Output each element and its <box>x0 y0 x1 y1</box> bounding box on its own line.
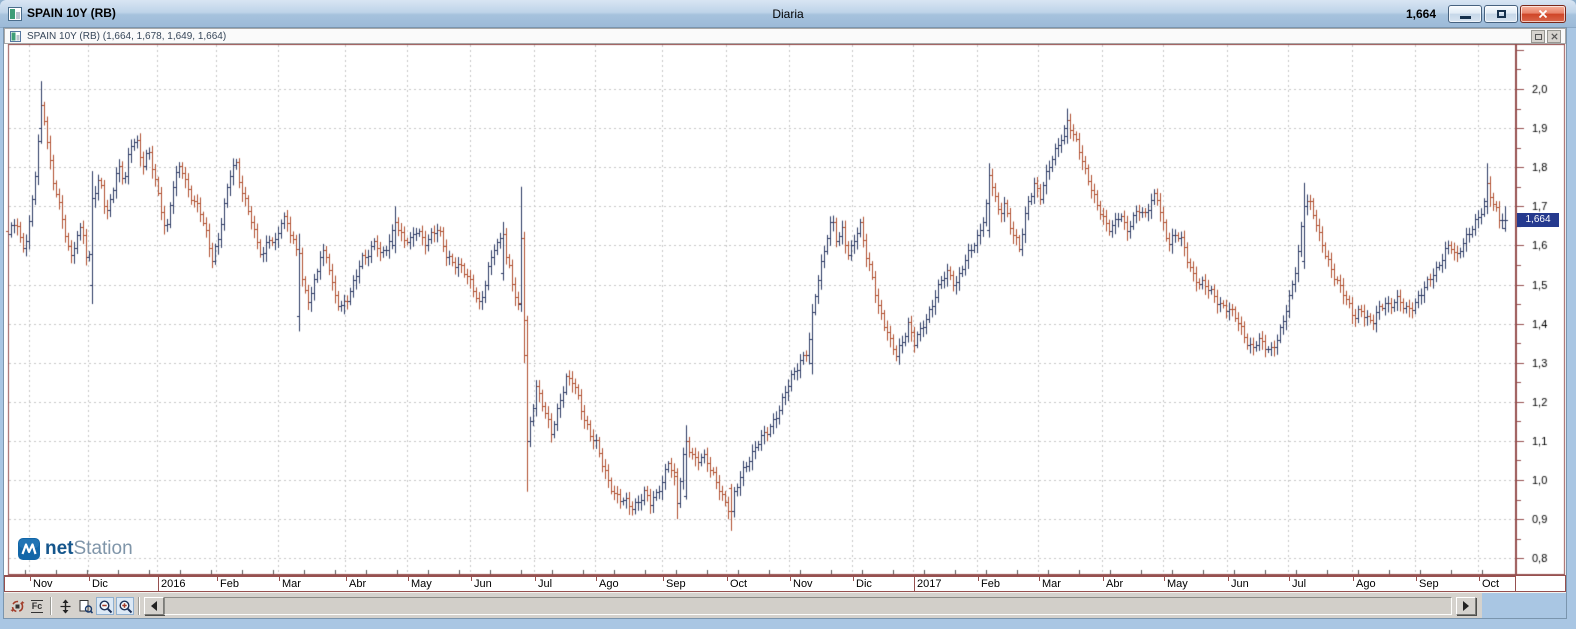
month-tick <box>978 577 979 581</box>
x-axis-month-label: Dic <box>92 578 108 590</box>
minimize-icon <box>1460 16 1471 19</box>
zoom-out-icon <box>98 599 113 614</box>
zoom-in-icon <box>118 599 133 614</box>
toolbar-separator <box>50 597 51 615</box>
window-last-price: 1,664 <box>1406 7 1436 21</box>
logo-text-net: net <box>45 538 74 559</box>
month-tick <box>663 577 664 581</box>
x-axis-month-label: Mar <box>282 578 301 590</box>
chart-toolbar: Fc <box>4 592 1566 618</box>
month-tick <box>471 577 472 581</box>
close-icon <box>1538 9 1548 19</box>
x-axis-month-label: 2017 <box>917 578 941 590</box>
month-tick <box>1103 577 1104 581</box>
brand-logo: netStation <box>18 538 133 560</box>
x-axis-month-label: Dic <box>856 578 872 590</box>
horizontal-scrollbar-track[interactable] <box>164 597 1452 615</box>
restore-icon <box>1497 10 1506 18</box>
window-titlebar[interactable]: SPAIN 10Y (RB) Diaria 1,664 <box>0 0 1576 28</box>
x-axis-month-label: Sep <box>1419 578 1439 590</box>
x-axis-month-label: Abr <box>1106 578 1123 590</box>
fit-vertical-icon <box>58 599 73 614</box>
month-tick <box>1228 577 1229 581</box>
restore-button[interactable] <box>1484 5 1518 23</box>
year-divider <box>914 577 915 591</box>
year-divider <box>158 577 159 591</box>
x-axis-month-label: May <box>1167 578 1188 590</box>
month-tick <box>30 577 31 581</box>
x-axis-month-label: Ago <box>1356 578 1376 590</box>
chart-header-icon <box>10 31 21 42</box>
chart-close-button[interactable] <box>1547 30 1561 43</box>
month-tick <box>790 577 791 581</box>
scroll-right-button[interactable] <box>1456 597 1476 615</box>
window-body: SPAIN 10Y (RB) (1,664, 1,678, 1,649, 1,6… <box>4 28 1566 618</box>
month-tick <box>535 577 536 581</box>
x-axis-month-label: Oct <box>730 578 747 590</box>
chart-plot-area: 1,664 netStation <box>4 44 1566 575</box>
x-axis-month-label: Jun <box>474 578 492 590</box>
minimize-button[interactable] <box>1448 5 1482 23</box>
zoom-area-icon <box>78 599 93 614</box>
x-axis-month-label: Feb <box>981 578 1000 590</box>
chart-close-icon <box>1551 33 1558 40</box>
x-axis-month-label: Jun <box>1231 578 1249 590</box>
month-tick <box>596 577 597 581</box>
month-tick <box>853 577 854 581</box>
chart-header-quote: SPAIN 10Y (RB) (1,664, 1,678, 1,649, 1,6… <box>27 31 226 42</box>
month-tick <box>279 577 280 581</box>
month-tick <box>1416 577 1417 581</box>
chart-properties-icon <box>10 599 25 614</box>
x-axis-month-label: Ago <box>599 578 619 590</box>
chart-restore-icon <box>1535 34 1542 40</box>
month-tick <box>727 577 728 581</box>
last-price-tag: 1,664 <box>1517 213 1559 227</box>
zoom-out-button[interactable] <box>96 597 114 615</box>
x-axis-month-label: Sep <box>666 578 686 590</box>
zoom-area-button[interactable] <box>76 597 94 615</box>
x-axis-month-label: Jul <box>538 578 552 590</box>
toolbar-right-filler <box>1482 593 1566 618</box>
x-axis-month-label: Oct <box>1482 578 1499 590</box>
netstation-logo-icon <box>18 538 40 560</box>
x-axis-month-label: Nov <box>33 578 53 590</box>
window-timeframe-title: Diaria <box>0 7 1576 21</box>
month-tick <box>89 577 90 581</box>
chart-properties-button[interactable] <box>8 597 26 615</box>
scroll-left-button[interactable] <box>144 597 164 615</box>
x-axis-corner-cell <box>1516 575 1566 592</box>
close-button[interactable] <box>1520 5 1566 23</box>
scroll-left-icon <box>151 601 157 611</box>
month-tick <box>1353 577 1354 581</box>
month-tick <box>346 577 347 581</box>
month-tick <box>217 577 218 581</box>
logo-text-station: Station <box>74 538 133 559</box>
x-axis-month-label: Jul <box>1292 578 1306 590</box>
application-window: SPAIN 10Y (RB) Diaria 1,664 <box>0 0 1576 629</box>
chart-header: SPAIN 10Y (RB) (1,664, 1,678, 1,649, 1,6… <box>4 28 1566 44</box>
x-axis-month-label: Nov <box>793 578 813 590</box>
x-axis-month-label: May <box>411 578 432 590</box>
zoom-in-button[interactable] <box>116 597 134 615</box>
x-axis-month-label: Feb <box>220 578 239 590</box>
fit-vertical-button[interactable] <box>56 597 74 615</box>
formula-button[interactable]: Fc <box>28 597 46 615</box>
scroll-right-icon <box>1463 601 1469 611</box>
month-tick <box>1289 577 1290 581</box>
formula-icon: Fc <box>31 600 44 613</box>
x-axis-band: Nov Dic 2016 Feb Mar Abr May Jun Jul Ago Sep Oct Nov… <box>4 575 1516 592</box>
x-axis-month-label: Abr <box>349 578 366 590</box>
x-axis-month-label: 2016 <box>161 578 185 590</box>
x-axis-month-label: Mar <box>1042 578 1061 590</box>
month-tick <box>408 577 409 581</box>
price-chart-canvas[interactable] <box>4 44 1566 575</box>
toolbar-separator <box>138 597 139 615</box>
month-tick <box>1039 577 1040 581</box>
month-tick <box>1479 577 1480 581</box>
chart-restore-button[interactable] <box>1531 30 1545 43</box>
month-tick <box>1164 577 1165 581</box>
